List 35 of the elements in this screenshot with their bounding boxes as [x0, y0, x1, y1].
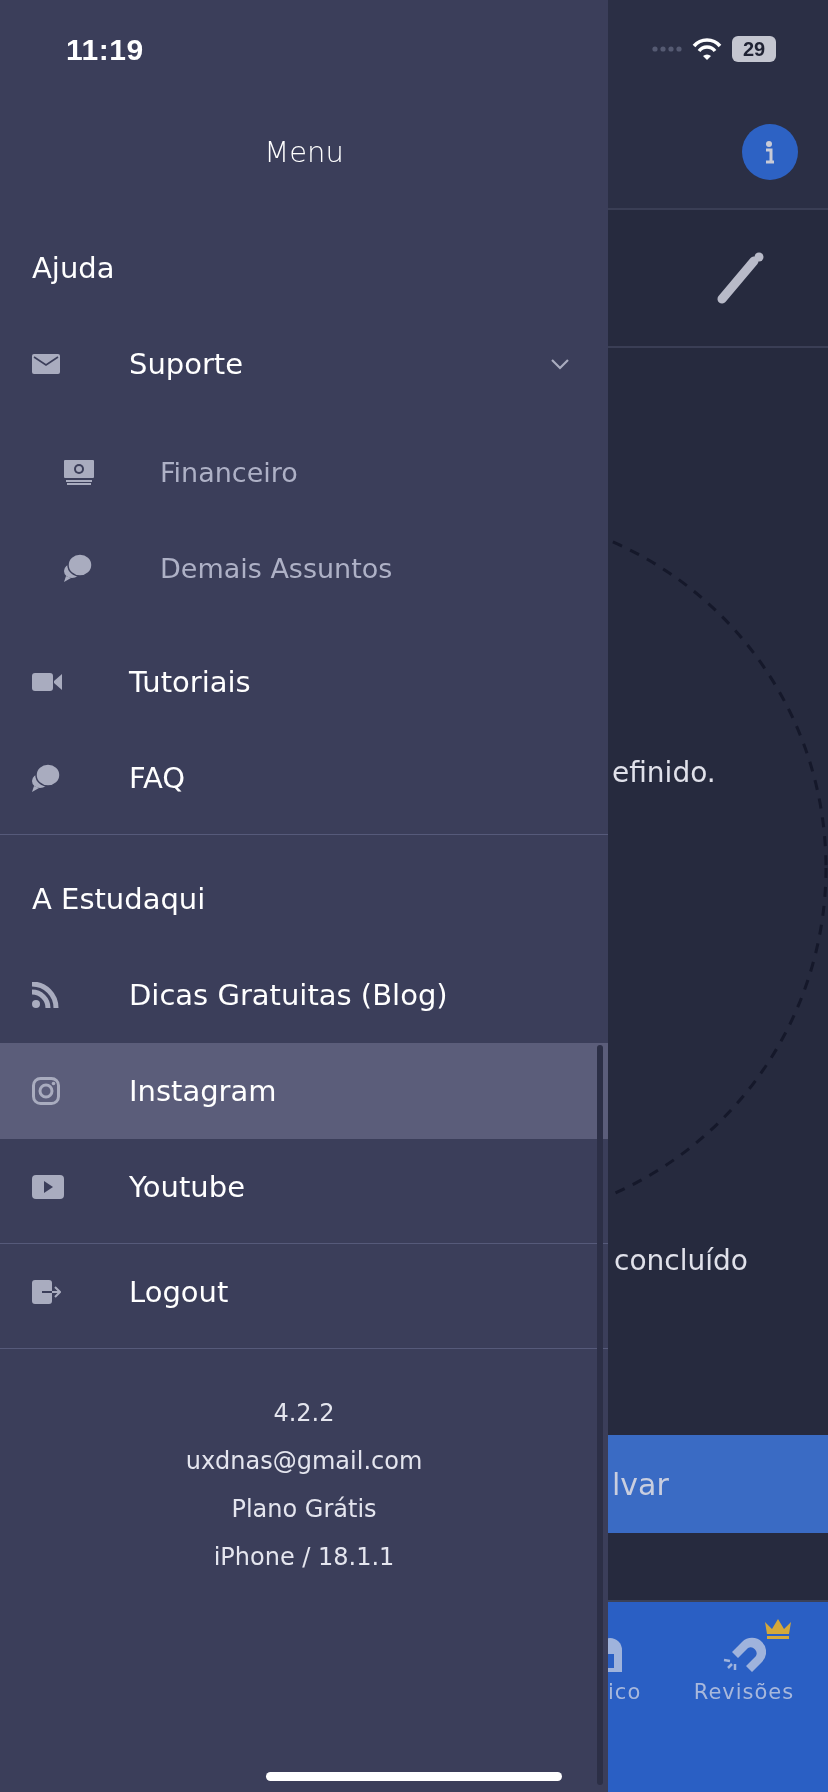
menu-item[interactable]: Financeiro: [0, 424, 608, 520]
battery-icon: 29: [732, 36, 776, 62]
menu-item[interactable]: Logout: [0, 1244, 608, 1340]
video-camera-icon: [32, 672, 62, 692]
menu-item[interactable]: Suporte: [0, 316, 608, 412]
menu-item[interactable]: Dicas Gratuitas (Blog): [0, 947, 608, 1043]
section-title: Ajuda: [32, 251, 115, 285]
instagram-icon: [32, 1077, 60, 1105]
exit-icon: [32, 1280, 61, 1304]
chevron-down-icon: [550, 358, 570, 370]
pencil-icon[interactable]: [716, 251, 766, 305]
banknote-icon: [64, 459, 94, 485]
envelope-icon: [32, 354, 60, 374]
rss-icon: [32, 981, 59, 1009]
menu-item[interactable]: Demais Assuntos: [0, 520, 608, 616]
info-icon: [765, 140, 775, 164]
cellular-signal-icon: [652, 46, 682, 52]
body-text: concluído: [614, 1244, 748, 1277]
footer-text: 4.2.2: [273, 1398, 335, 1429]
footer-text: uxdnas@gmail.com: [185, 1446, 423, 1477]
section-title: A Estudaqui: [32, 882, 206, 916]
menu-item[interactable]: FAQ: [0, 730, 608, 826]
status-time: 11:19: [66, 33, 144, 67]
menu-item[interactable]: Tutoriais: [0, 634, 608, 730]
play-button-icon: [32, 1175, 64, 1199]
info-button[interactable]: [742, 124, 798, 180]
drawer-title: Menu: [264, 135, 344, 169]
footer-text: iPhone / 18.1.1: [213, 1542, 395, 1573]
footer-text: Plano Grátis: [231, 1494, 377, 1525]
chat-bubbles-icon: [32, 764, 60, 792]
chat-bubbles-icon: [64, 554, 92, 582]
menu-item[interactable]: Youtube: [0, 1139, 608, 1235]
menu-item[interactable]: Instagram: [0, 1043, 608, 1139]
body-text: efinido.: [612, 756, 716, 789]
wifi-icon: [692, 37, 722, 61]
